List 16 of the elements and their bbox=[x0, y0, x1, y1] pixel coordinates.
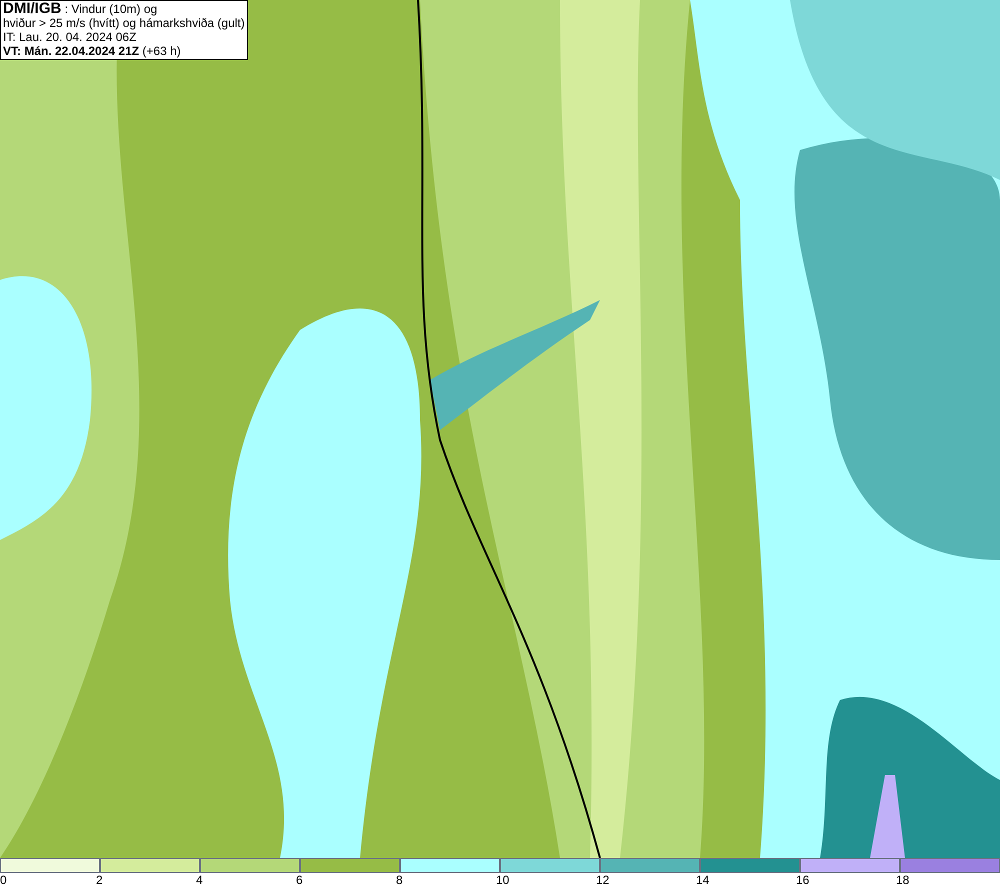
legend-label: 10 bbox=[496, 873, 510, 887]
legend-label: 18 bbox=[896, 873, 910, 887]
lead-time-text: (+63 h) bbox=[142, 44, 181, 58]
legend-label: 16 bbox=[796, 873, 810, 887]
legend-label: 2 bbox=[96, 873, 103, 887]
legend-label: 6 bbox=[296, 873, 303, 887]
title-text: DMI/IGB bbox=[3, 0, 62, 17]
legend-label: 14 bbox=[696, 873, 710, 887]
legend-label: 4 bbox=[196, 873, 203, 887]
legend-label: 8 bbox=[396, 873, 403, 887]
title-text: : Vindur (10m) og bbox=[64, 2, 158, 16]
legend-label: 12 bbox=[596, 873, 610, 887]
issue-time-text: IT: Lau. 20. 04. 2024 06Z bbox=[3, 30, 138, 44]
subtitle-text: hviður > 25 m/s (hvítt) og hámarkshviða (gult) bbox=[3, 16, 245, 30]
legend-label: 0 bbox=[0, 873, 7, 887]
valid-time-text: VT: Mán. 22.04.2024 21Z bbox=[3, 44, 140, 58]
